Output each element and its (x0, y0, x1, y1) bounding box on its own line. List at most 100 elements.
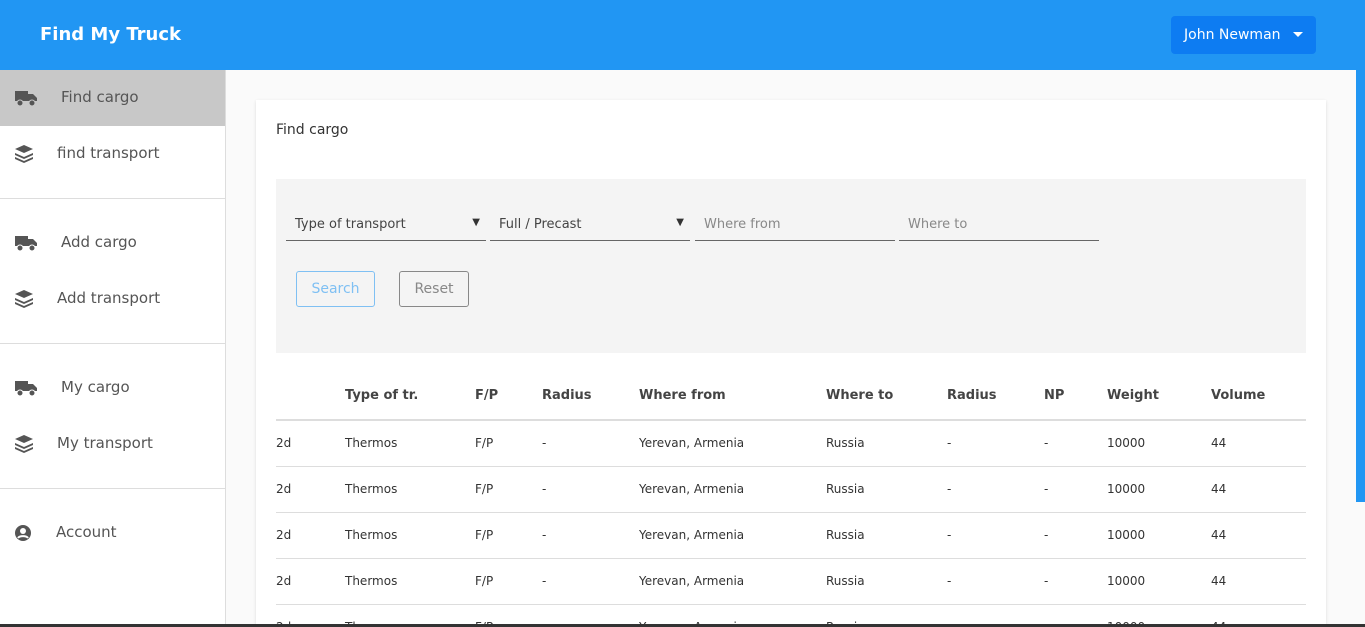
table-cell: 2d (276, 420, 345, 467)
table-cell: Russia (826, 558, 947, 605)
sidebar-item-account[interactable]: Account (0, 505, 225, 561)
sidebar-item-find-transport[interactable]: find transport (0, 126, 225, 182)
column-header[interactable]: NP (1044, 372, 1107, 421)
table-row[interactable]: 2d Thermos F/P - Yerevan, Armenia Russia… (276, 420, 1306, 467)
column-header[interactable]: Radius (542, 372, 639, 421)
top-app-bar: Find My Truck John Newman (0, 0, 1365, 70)
transport-type-value: Type of transport (295, 217, 406, 232)
table-cell: - (947, 558, 1044, 605)
table-cell: Russia (826, 420, 947, 467)
sidebar-item-label: find transport (57, 144, 160, 162)
table-cell: F/P (475, 420, 542, 467)
table-cell: 10000 (1107, 466, 1211, 513)
user-menu-button[interactable]: John Newman (1171, 16, 1316, 54)
table-cell: F/P (475, 558, 542, 605)
sidebar-item-label: My transport (57, 434, 153, 452)
column-header[interactable]: F/P (475, 372, 542, 421)
sidebar-divider (0, 343, 225, 344)
where-from-placeholder: Where from (704, 217, 781, 232)
table-cell: 44 (1211, 512, 1306, 559)
where-to-input[interactable]: Where to (899, 207, 1099, 241)
column-header (276, 372, 345, 421)
account-circle-icon (15, 525, 31, 541)
sidebar-divider (0, 198, 225, 199)
truck-icon (15, 381, 37, 397)
table-cell: - (542, 466, 639, 513)
column-header[interactable]: Volume (1211, 372, 1306, 421)
page-title: Find cargo (276, 122, 349, 138)
table-cell: - (542, 420, 639, 467)
dropdown-arrow-icon: ▼ (472, 217, 480, 228)
table-cell: 44 (1211, 466, 1306, 513)
sidebar: Find cargo find transport Add cargo Add … (0, 70, 226, 627)
layers-icon (15, 145, 33, 163)
table-cell: 2d (276, 466, 345, 513)
transport-type-select[interactable]: Type of transport ▼ (286, 207, 486, 241)
sidebar-item-label: Find cargo (61, 88, 139, 106)
table-cell: Yerevan, Armenia (639, 558, 826, 605)
table-cell: Thermos (345, 512, 475, 559)
sidebar-item-add-transport[interactable]: Add transport (0, 271, 225, 327)
table-cell: Russia (826, 466, 947, 513)
table-cell: Yerevan, Armenia (639, 512, 826, 559)
load-type-value: Full / Precast (499, 217, 582, 232)
layers-icon (15, 290, 33, 308)
find-cargo-card: Find cargo Type of transport ▼ Full / Pr… (256, 100, 1326, 627)
where-from-input[interactable]: Where from (695, 207, 895, 241)
column-header[interactable]: Weight (1107, 372, 1211, 421)
sidebar-item-label: My cargo (61, 378, 130, 396)
table-cell: Russia (826, 512, 947, 559)
sidebar-item-add-cargo[interactable]: Add cargo (0, 215, 225, 271)
column-header[interactable]: Where to (826, 372, 947, 421)
table-row[interactable]: 2d Thermos F/P - Yerevan, Armenia Russia… (276, 512, 1306, 559)
column-header[interactable]: Type of tr. (345, 372, 475, 421)
sidebar-item-label: Add cargo (61, 233, 137, 251)
table-cell: Thermos (345, 420, 475, 467)
table-row[interactable]: 2d Thermos F/P - Yerevan, Armenia Russia… (276, 466, 1306, 513)
caret-down-icon (1293, 32, 1303, 37)
table-cell: 10000 (1107, 420, 1211, 467)
table-cell: - (542, 558, 639, 605)
truck-icon (15, 91, 37, 107)
column-header[interactable]: Where from (639, 372, 826, 421)
table-cell: F/P (475, 512, 542, 559)
table-cell: 44 (1211, 558, 1306, 605)
search-button[interactable]: Search (296, 271, 375, 307)
reset-button[interactable]: Reset (399, 271, 469, 307)
where-to-placeholder: Where to (908, 217, 968, 232)
layers-icon (15, 435, 33, 453)
table-cell: F/P (475, 466, 542, 513)
cargo-table: Type of tr. F/P Radius Where from Where … (276, 372, 1306, 627)
table-cell: Yerevan, Armenia (639, 466, 826, 513)
table-cell: - (1044, 512, 1107, 559)
table-cell: Yerevan, Armenia (639, 420, 826, 467)
sidebar-item-label: Add transport (57, 289, 161, 307)
column-header[interactable]: Radius (947, 372, 1044, 421)
filter-panel: Type of transport ▼ Full / Precast ▼ Whe… (276, 179, 1306, 353)
table-cell: - (1044, 420, 1107, 467)
brand-title[interactable]: Find My Truck (40, 24, 181, 45)
sidebar-item-label: Account (56, 523, 117, 541)
table-cell: Thermos (345, 558, 475, 605)
dropdown-arrow-icon: ▼ (676, 217, 684, 228)
table-cell: - (947, 466, 1044, 513)
table-cell: - (1044, 558, 1107, 605)
table-cell: 2d (276, 512, 345, 559)
user-name: John Newman (1184, 27, 1281, 43)
table-row[interactable]: 2d Thermos F/P - Yerevan, Armenia Russia… (276, 558, 1306, 605)
table-cell: 10000 (1107, 558, 1211, 605)
table-cell: - (947, 512, 1044, 559)
table-cell: Thermos (345, 466, 475, 513)
table-header-row: Type of tr. F/P Radius Where from Where … (276, 372, 1306, 421)
page-scrollbar[interactable] (1356, 0, 1365, 502)
load-type-select[interactable]: Full / Precast ▼ (490, 207, 690, 241)
table-cell: 44 (1211, 420, 1306, 467)
table-cell: - (1044, 466, 1107, 513)
sidebar-item-my-transport[interactable]: My transport (0, 416, 225, 472)
truck-icon (15, 236, 37, 252)
table-cell: - (542, 512, 639, 559)
sidebar-item-my-cargo[interactable]: My cargo (0, 360, 225, 416)
table-cell: - (947, 420, 1044, 467)
sidebar-divider (0, 488, 225, 489)
sidebar-item-find-cargo[interactable]: Find cargo (0, 70, 225, 126)
